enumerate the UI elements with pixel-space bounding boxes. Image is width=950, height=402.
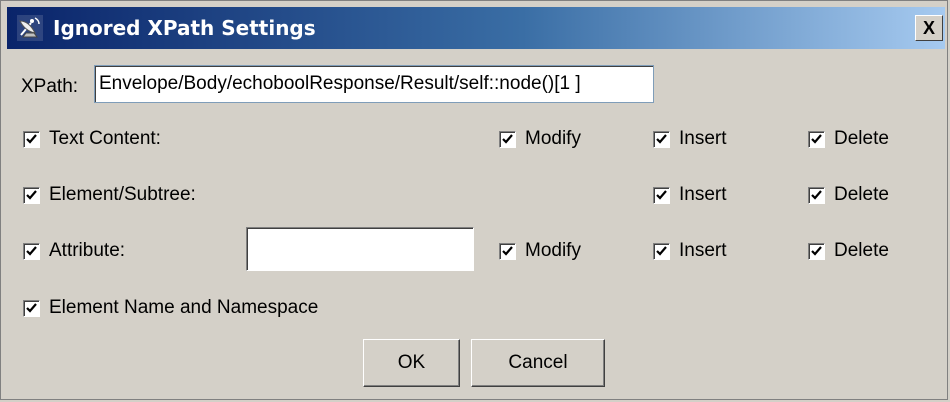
modify-label: Modify [525, 128, 581, 149]
checkmark-icon [656, 189, 667, 200]
insert-label: Insert [679, 240, 727, 261]
close-icon: X [922, 18, 935, 38]
checkmark-icon [26, 133, 37, 144]
ok-button[interactable]: OK [363, 339, 460, 387]
title-bar[interactable]: Ignored XPath Settings X [7, 7, 945, 49]
checkmark-icon [26, 189, 37, 200]
checkbox-box [808, 130, 825, 148]
attribute-checkbox[interactable]: Attribute: [23, 240, 125, 262]
checkmark-icon [502, 133, 513, 144]
xpath-input[interactable] [94, 65, 654, 103]
window-title: Ignored XPath Settings [53, 16, 316, 40]
element-subtree-checkbox[interactable]: Element/Subtree: [23, 184, 196, 206]
checkbox-box [499, 242, 516, 260]
cancel-button[interactable]: Cancel [471, 339, 605, 387]
text-content-modify-checkbox[interactable]: Modify [499, 128, 581, 150]
delete-label: Delete [834, 240, 889, 261]
checkbox-box [653, 186, 670, 204]
close-button[interactable]: X [915, 15, 943, 41]
modify-label: Modify [525, 240, 581, 261]
insert-label: Insert [679, 128, 727, 149]
element-name-namespace-label: Element Name and Namespace [49, 297, 319, 318]
cancel-label: Cancel [508, 352, 568, 373]
checkbox-box [23, 299, 40, 317]
satellite-dish-icon [17, 15, 43, 41]
checkmark-icon [811, 189, 822, 200]
checkbox-box [23, 242, 40, 260]
text-content-label: Text Content: [49, 128, 161, 149]
text-content-insert-checkbox[interactable]: Insert [653, 128, 727, 150]
element-subtree-delete-checkbox[interactable]: Delete [808, 184, 889, 206]
attribute-name-input[interactable] [246, 227, 474, 271]
checkmark-icon [26, 245, 37, 256]
element-name-namespace-checkbox[interactable]: Element Name and Namespace [23, 297, 318, 319]
checkmark-icon [502, 245, 513, 256]
xpath-label: XPath: [21, 76, 79, 97]
ok-label: OK [397, 352, 426, 373]
text-content-checkbox[interactable]: Text Content: [23, 128, 161, 150]
checkmark-icon [811, 133, 822, 144]
element-subtree-label: Element/Subtree: [49, 184, 196, 205]
checkbox-box [808, 186, 825, 204]
checkbox-box [23, 130, 40, 148]
attribute-modify-checkbox[interactable]: Modify [499, 240, 581, 262]
element-subtree-insert-checkbox[interactable]: Insert [653, 184, 727, 206]
checkmark-icon [656, 245, 667, 256]
insert-label: Insert [679, 184, 727, 205]
checkbox-box [808, 242, 825, 260]
checkmark-icon [26, 302, 37, 313]
checkmark-icon [811, 245, 822, 256]
checkbox-box [653, 242, 670, 260]
checkbox-box [23, 186, 40, 204]
delete-label: Delete [834, 184, 889, 205]
checkmark-icon [656, 133, 667, 144]
attribute-delete-checkbox[interactable]: Delete [808, 240, 889, 262]
delete-label: Delete [834, 128, 889, 149]
checkbox-box [653, 130, 670, 148]
checkbox-box [499, 130, 516, 148]
attribute-insert-checkbox[interactable]: Insert [653, 240, 727, 262]
attribute-label: Attribute: [49, 240, 126, 261]
text-content-delete-checkbox[interactable]: Delete [808, 128, 889, 150]
dialog-window: Ignored XPath Settings X XPath: Text Con… [0, 0, 948, 400]
